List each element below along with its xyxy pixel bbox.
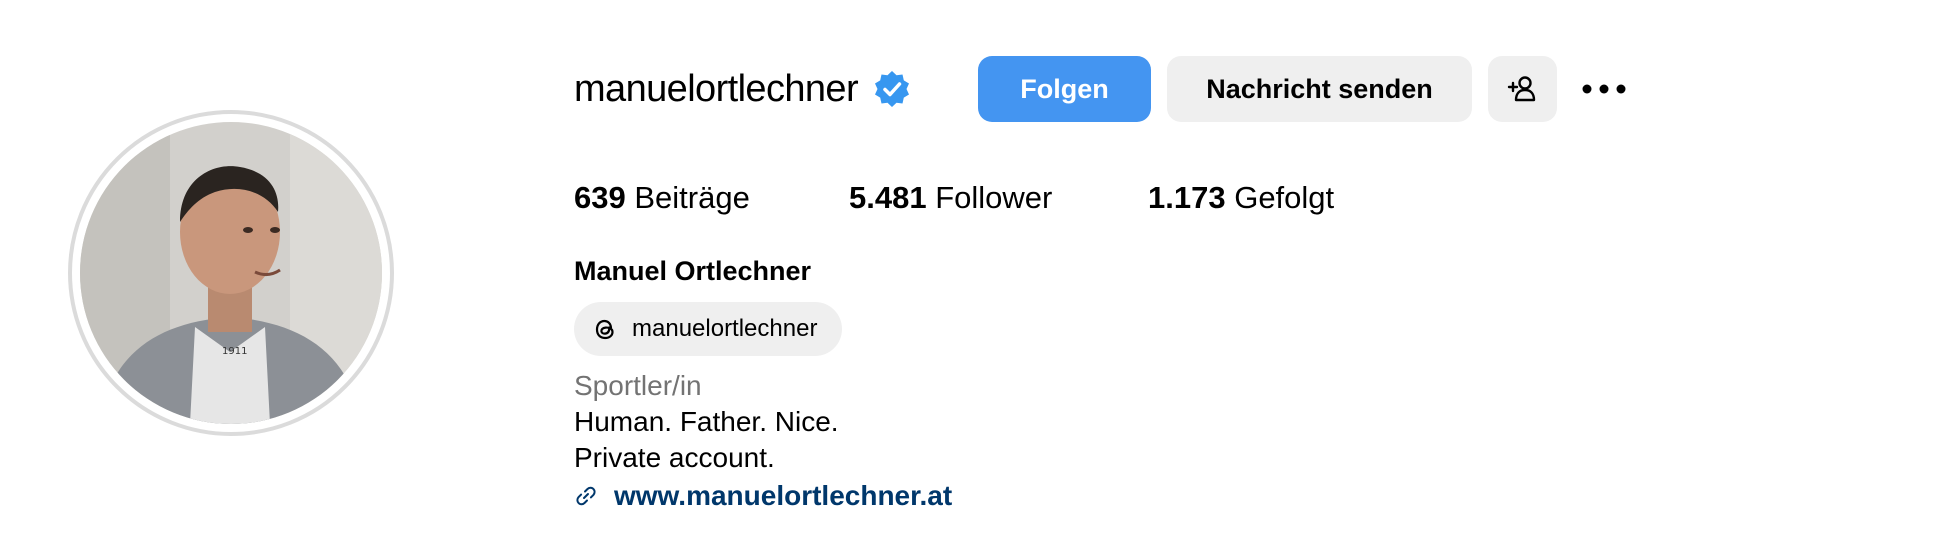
full-name: Manuel Ortlechner [574, 256, 812, 286]
link-icon [574, 484, 598, 508]
following-label: Gefolgt [1234, 180, 1335, 215]
followers-label: Follower [935, 180, 1053, 215]
bio-line: Human. Father. Nice. [574, 406, 839, 437]
profile-category: Sportler/in [574, 370, 702, 401]
send-message-button[interactable]: Nachricht senden [1167, 56, 1472, 122]
threads-handle: manuelortlechner [632, 315, 818, 342]
threads-link[interactable]: manuelortlechner [574, 302, 842, 356]
follow-button[interactable]: Folgen [978, 56, 1151, 122]
more-options-button[interactable] [1576, 56, 1632, 122]
posts-stat[interactable]: 639 Beiträge [574, 180, 750, 216]
threads-icon [590, 314, 620, 344]
person-plus-icon [1506, 72, 1540, 106]
website-link[interactable]: www.manuelortlechner.at [614, 480, 952, 512]
website-row: www.manuelortlechner.at [574, 478, 952, 514]
ellipsis-icon [1581, 83, 1627, 95]
followers-count: 5.481 [849, 180, 927, 215]
username-row: manuelortlechner [574, 56, 912, 122]
followers-stat[interactable]: 5.481 Follower [849, 180, 1052, 216]
posts-count: 639 [574, 180, 626, 215]
posts-label: Beiträge [634, 180, 750, 215]
verified-badge-icon [872, 69, 912, 109]
suggested-users-button[interactable] [1488, 56, 1557, 122]
bio-line: Private account. [574, 442, 775, 473]
avatar-photo: 1911 [80, 122, 382, 424]
username: manuelortlechner [574, 67, 859, 110]
svg-text:1911: 1911 [222, 346, 247, 357]
following-stat[interactable]: 1.173 Gefolgt [1148, 180, 1334, 216]
profile-avatar[interactable]: 1911 [68, 110, 394, 436]
following-count: 1.173 [1148, 180, 1226, 215]
